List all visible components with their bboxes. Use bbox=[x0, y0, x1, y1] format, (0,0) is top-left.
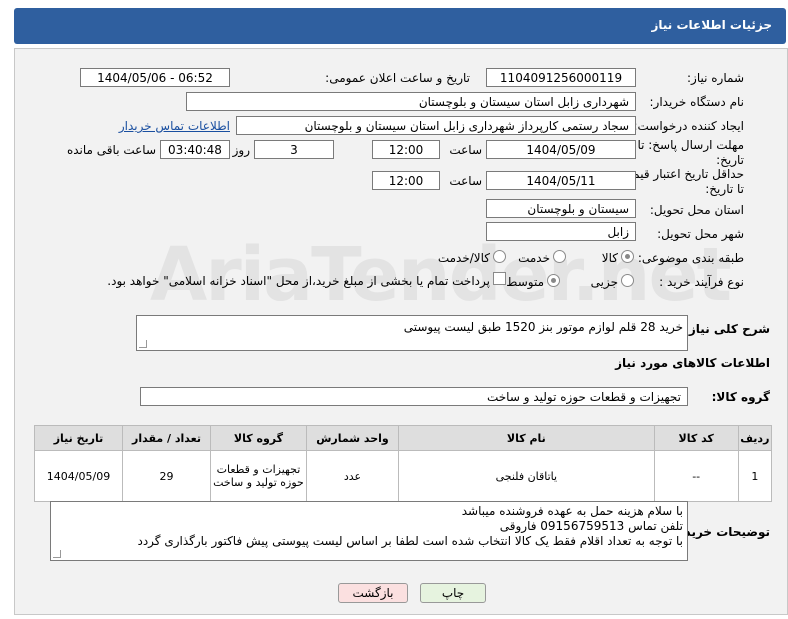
cell-row: 1 bbox=[737, 450, 773, 502]
deadline-time-field: 12:00 bbox=[372, 140, 440, 159]
remaining-word: ساعت باقی مانده bbox=[66, 143, 156, 157]
purchase-medium-label: متوسط bbox=[506, 275, 544, 289]
purchase-minor-label: جزیی bbox=[590, 275, 618, 289]
category-goods-radio[interactable] bbox=[621, 250, 634, 263]
resize-handle[interactable] bbox=[139, 340, 147, 348]
page-title: جزئیات اطلاعات نیاز bbox=[651, 18, 772, 32]
col-date: تاریخ نیاز bbox=[34, 425, 123, 451]
deadline-date-field: 1404/05/09 bbox=[486, 140, 636, 159]
validity-label-date: تا تاریخ: bbox=[705, 182, 744, 196]
col-row: ردیف bbox=[737, 425, 773, 451]
validity-time-word: ساعت bbox=[449, 174, 482, 188]
province-label: استان محل تحویل: bbox=[649, 203, 744, 217]
purchase-minor-radio[interactable] bbox=[621, 274, 634, 287]
days-field: 3 bbox=[254, 140, 334, 159]
cell-unit: عدد bbox=[305, 450, 399, 502]
remaining-time-field: 03:40:48 bbox=[160, 140, 230, 159]
need-number-field: 1104091256000119 bbox=[486, 68, 636, 87]
col-name: نام کالا bbox=[397, 425, 655, 451]
page-header: جزئیات اطلاعات نیاز bbox=[14, 8, 786, 44]
deadline-time-word: ساعت bbox=[449, 143, 482, 157]
summary-text: خرید 28 قلم لوازم موتور بنز 1520 طبق لیس… bbox=[403, 320, 683, 334]
need-number-label: شماره نیاز: bbox=[687, 71, 744, 85]
buyer-contact-link[interactable]: اطلاعات تماس خریدار bbox=[119, 119, 230, 133]
summary-label: شرح کلی نیاز: bbox=[684, 322, 770, 336]
treasury-payment-checkbox[interactable] bbox=[493, 272, 506, 285]
category-goods-label: کالا bbox=[601, 251, 618, 265]
validity-time-field: 12:00 bbox=[372, 171, 440, 190]
category-goods-service-label: کالا/خدمت bbox=[437, 251, 490, 265]
purchase-medium-radio[interactable] bbox=[547, 274, 560, 287]
validity-label: حداقل تاریخ اعتبار قیمت: bbox=[617, 167, 744, 181]
cell-group: تجهیزات و قطعات حوزه تولید و ساخت bbox=[209, 450, 307, 502]
creator-label: ایجاد کننده درخواست: bbox=[633, 119, 744, 133]
back-button[interactable]: بازگشت bbox=[338, 583, 408, 603]
cell-name: یاتاقان فلنجی bbox=[397, 450, 655, 502]
cell-code: -- bbox=[653, 450, 739, 502]
category-goods-service-radio[interactable] bbox=[493, 250, 506, 263]
table-row: 1 -- یاتاقان فلنجی عدد تجهیزات و قطعات ح… bbox=[34, 450, 773, 502]
cell-date: 1404/05/09 bbox=[34, 450, 123, 502]
resize-handle[interactable] bbox=[53, 550, 61, 558]
city-field: زابل bbox=[486, 222, 636, 241]
category-service-radio[interactable] bbox=[553, 250, 566, 263]
cell-qty: 29 bbox=[122, 450, 211, 502]
col-code: کد کالا bbox=[653, 425, 739, 451]
province-field: سیستان و بلوچستان bbox=[486, 199, 636, 218]
print-button[interactable]: چاپ bbox=[420, 583, 486, 603]
purchase-type-label: نوع فرآیند خرید : bbox=[659, 275, 744, 289]
summary-textarea: خرید 28 قلم لوازم موتور بنز 1520 طبق لیس… bbox=[136, 315, 688, 351]
deadline-label-date: تاریخ: bbox=[716, 153, 744, 167]
goods-group-label: گروه کالا: bbox=[711, 390, 770, 404]
table-header-row: ردیف کد کالا نام کالا واحد شمارش گروه کا… bbox=[34, 425, 773, 451]
city-label: شهر محل تحویل: bbox=[657, 227, 744, 241]
buyer-org-label: نام دستگاه خریدار: bbox=[649, 95, 745, 109]
validity-date-field: 1404/05/11 bbox=[486, 171, 636, 190]
category-label: طبقه بندی موضوعی: bbox=[637, 251, 744, 265]
goods-group-field: تجهیزات و قطعات حوزه تولید و ساخت bbox=[140, 387, 688, 406]
treasury-payment-note: پرداخت تمام یا بخشی از مبلغ خرید،از محل … bbox=[107, 274, 490, 288]
announce-label: تاریخ و ساعت اعلان عمومی: bbox=[325, 71, 470, 85]
deadline-label: مهلت ارسال پاسخ: تا bbox=[637, 138, 744, 152]
items-table: ردیف کد کالا نام کالا واحد شمارش گروه کا… bbox=[34, 425, 773, 502]
creator-field: سجاد رستمی کارپرداز شهرداری زابل استان س… bbox=[236, 116, 636, 135]
col-unit: واحد شمارش bbox=[305, 425, 399, 451]
notes-line-3: با توجه به تعداد اقلام فقط یک کالا انتخا… bbox=[137, 534, 683, 548]
announce-field: 1404/05/06 - 06:52 bbox=[80, 68, 230, 87]
notes-line-1: با سلام هزینه حمل به عهده فروشنده میباشد bbox=[461, 504, 683, 518]
col-qty: تعداد / مقدار bbox=[122, 425, 211, 451]
buyer-org-field: شهرداری زابل استان سیستان و بلوچستان bbox=[186, 92, 636, 111]
notes-line-2: تلفن تماس 09156759513 فاروقی bbox=[499, 519, 683, 533]
goods-info-title: اطلاعات کالاهای مورد نیاز bbox=[615, 356, 770, 370]
category-service-label: خدمت bbox=[518, 251, 550, 265]
col-group: گروه کالا bbox=[209, 425, 307, 451]
buyer-notes-text: با سلام هزینه حمل به عهده فروشنده میباشد… bbox=[137, 504, 683, 549]
buyer-notes-textarea: با سلام هزینه حمل به عهده فروشنده میباشد… bbox=[50, 501, 688, 561]
